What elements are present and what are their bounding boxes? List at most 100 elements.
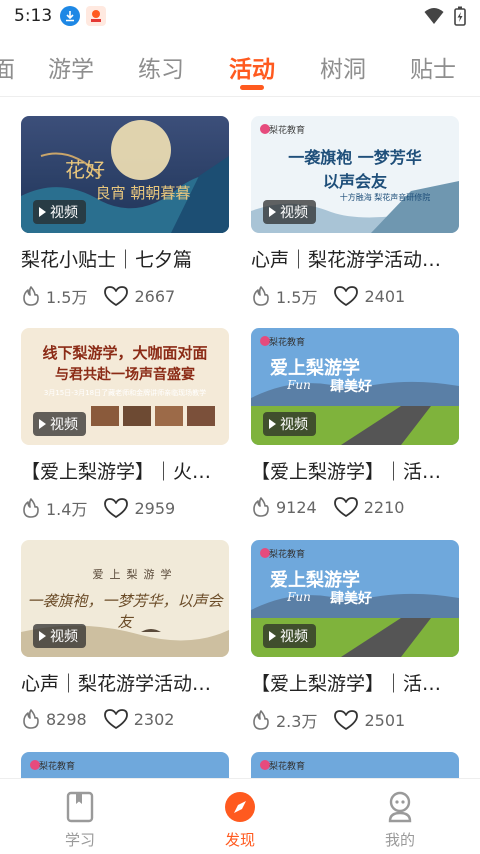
thumbnail-text: 线下梨游学，大咖面对面 [42, 344, 208, 362]
video-thumbnail[interactable]: 爱上梨游学 一袭旗袍，一梦芳华，以声会友 视频 [21, 540, 229, 657]
video-badge-label: 视频 [50, 205, 78, 221]
like-count[interactable]: 2959 [103, 497, 175, 519]
activity-card[interactable]: 梨花教育 一袭旗袍 一梦芳华 以声会友 十方融海 梨花声音研修院 视频 心声｜梨… [251, 116, 459, 308]
video-badge: 视频 [263, 200, 316, 224]
heart-icon[interactable] [333, 285, 359, 307]
video-thumbnail[interactable]: 梨花教育 爱上梨游学 Fun 肆美好 视频 [251, 540, 459, 657]
activity-card[interactable]: 花好 良宵 朝朝暮暮 视频 梨花小贴士｜七夕篇 1.5万 2667 [21, 116, 229, 308]
compass-icon [225, 792, 255, 822]
card-stats: 1.4万 2959 [21, 496, 229, 520]
flame-icon [23, 709, 39, 729]
view-count: 1.5万 [251, 284, 317, 308]
like-count[interactable]: 2302 [103, 708, 175, 730]
view-count: 1.4万 [21, 496, 87, 520]
video-badge-label: 视频 [280, 417, 308, 433]
nav-discover-label: 发现 [224, 831, 255, 849]
card-title: 【爱上梨游学】｜火… [21, 461, 212, 483]
activity-card[interactable]: 梨花教育 爱上梨游学 Fun 肆美好 视频 【爱上梨游学】｜活… 2.3万 25… [251, 540, 459, 732]
flame-icon [23, 286, 39, 306]
heart-icon[interactable] [103, 285, 129, 307]
tab-activities[interactable]: 活动 [229, 50, 275, 84]
like-count-value: 2501 [364, 710, 406, 730]
profile-icon [388, 791, 412, 823]
wifi-icon [424, 8, 444, 24]
view-count-value: 9124 [276, 497, 317, 517]
video-thumbnail[interactable]: 线下梨游学，大咖面对面 与君共赴一场声音盛宴 3月15日-3月18日了藏老师和金… [21, 328, 229, 445]
like-count-value: 2302 [133, 709, 175, 729]
thumbnail-text: 花好 [65, 158, 105, 182]
status-time: 5:13 [14, 6, 53, 26]
video-badge: 视频 [263, 624, 316, 648]
video-thumbnail[interactable]: 梨花教育 一袭旗袍 一梦芳华 以声会友 十方融海 梨花声音研修院 视频 [251, 116, 459, 233]
like-count[interactable]: 2210 [333, 496, 405, 518]
thumbnail-text: 爱上梨游学 [92, 568, 178, 581]
view-count-value: 1.5万 [46, 288, 88, 307]
app-badge-icon [86, 6, 107, 26]
nav-study-label: 学习 [64, 831, 95, 849]
video-badge-label: 视频 [280, 205, 308, 221]
download-icon [60, 6, 81, 26]
like-count[interactable]: 2667 [103, 285, 175, 307]
video-badge-label: 视频 [280, 629, 308, 645]
thumbnail-brand: 梨花教育 [268, 338, 305, 348]
thumbnail-brand: 梨花教育 [268, 762, 305, 772]
card-title: 【爱上梨游学】｜活… [251, 673, 442, 695]
card-stats: 8298 2302 [21, 708, 229, 730]
tab-partial[interactable]: 面 [0, 50, 15, 84]
nav-profile-label: 我的 [384, 831, 415, 849]
nav-study[interactable]: 学习 [0, 779, 160, 854]
flame-icon [253, 497, 269, 517]
video-badge: 视频 [33, 412, 86, 436]
play-icon [39, 631, 46, 641]
card-title: 【爱上梨游学】｜活… [251, 461, 442, 483]
heart-icon[interactable] [333, 709, 359, 731]
activity-card[interactable]: 爱上梨游学 一袭旗袍，一梦芳华，以声会友 视频 心声｜梨花游学活动… 8298 … [21, 540, 229, 730]
play-icon [269, 419, 276, 429]
video-badge: 视频 [33, 624, 86, 648]
like-count-value: 2401 [364, 286, 406, 306]
card-title: 心声｜梨花游学活动… [251, 249, 442, 271]
view-count-value: 2.3万 [276, 712, 318, 731]
heart-icon[interactable] [333, 496, 359, 518]
tab-practice[interactable]: 练习 [138, 50, 184, 84]
card-stats: 1.5万 2667 [21, 284, 229, 308]
play-icon [39, 207, 46, 217]
view-count-value: 1.4万 [46, 500, 88, 519]
thumbnail-text: 肆美好 [330, 379, 372, 395]
tab-tips[interactable]: 贴士 [410, 50, 456, 84]
nav-profile[interactable]: 我的 [320, 779, 480, 854]
view-count-value: 8298 [46, 709, 87, 729]
video-thumbnail[interactable]: 梨花教育 爱上梨游学 Fun 肆美好 视频 [251, 328, 459, 445]
nav-discover[interactable]: 发现 [160, 779, 320, 854]
play-icon [269, 631, 276, 641]
view-count: 9124 [251, 496, 317, 518]
thumbnail-text: 以声会友 [322, 172, 387, 191]
like-count-value: 2959 [134, 498, 176, 518]
flame-icon [253, 710, 269, 730]
play-icon [39, 419, 46, 429]
video-badge-label: 视频 [50, 417, 78, 433]
heart-icon[interactable] [103, 708, 129, 730]
thumbnail-brand: 梨花教育 [268, 550, 305, 560]
thumbnail-text: 一袭旗袍 一梦芳华 [288, 148, 422, 167]
activity-card[interactable]: 线下梨游学，大咖面对面 与君共赴一场声音盛宴 3月15日-3月18日了藏老师和金… [21, 328, 229, 520]
book-icon [66, 791, 94, 823]
like-count[interactable]: 2401 [333, 285, 405, 307]
like-count-value: 2210 [363, 497, 405, 517]
like-count[interactable]: 2501 [333, 709, 405, 731]
thumbnail-text: 与君共赴一场声音盛宴 [55, 367, 195, 383]
thumbnail-text: 3月15日-3月18日了藏老师和金牌讲师亲临现场教学 [43, 389, 207, 397]
card-stats: 9124 2210 [251, 496, 459, 518]
tab-study-tour[interactable]: 游学 [48, 50, 94, 84]
view-count-value: 1.5万 [276, 288, 318, 307]
thumbnail-text: 肆美好 [330, 591, 372, 607]
card-title: 梨花小贴士｜七夕篇 [21, 249, 193, 271]
like-count-value: 2667 [134, 286, 176, 306]
card-title: 心声｜梨花游学活动… [21, 673, 212, 695]
video-thumbnail[interactable]: 花好 良宵 朝朝暮暮 视频 [21, 116, 229, 233]
video-badge: 视频 [263, 412, 316, 436]
heart-icon[interactable] [103, 497, 129, 519]
activity-card[interactable]: 梨花教育 爱上梨游学 Fun 肆美好 视频 【爱上梨游学】｜活… 9124 22… [251, 328, 459, 518]
tab-tree-hole[interactable]: 树洞 [320, 50, 366, 84]
play-icon [269, 207, 276, 217]
